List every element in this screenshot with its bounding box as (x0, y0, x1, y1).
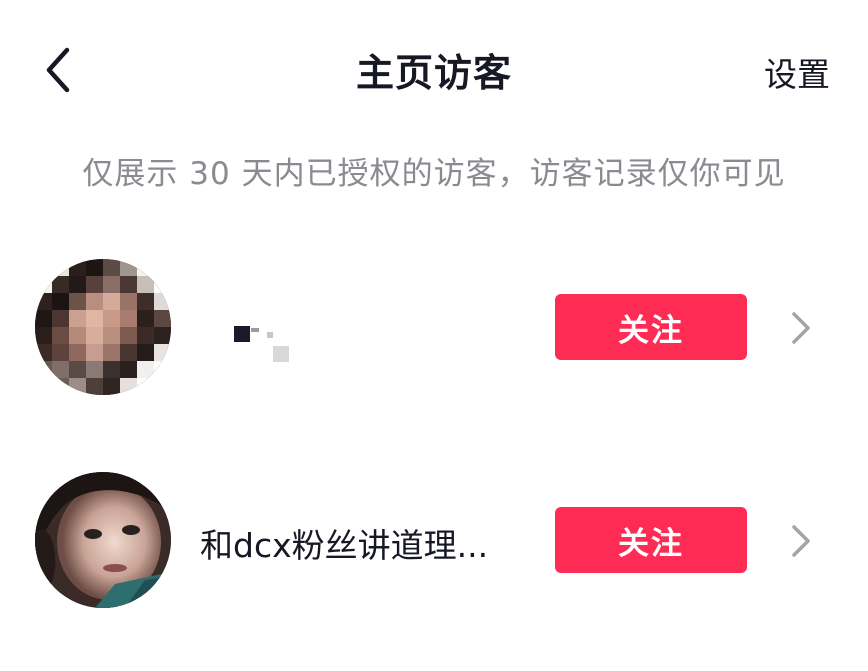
page-title: 主页访客 (355, 51, 512, 95)
chevron-right-icon[interactable] (786, 521, 816, 561)
follow-button[interactable]: 关注 (555, 294, 747, 360)
obscured-nickname (234, 326, 289, 362)
visitor-nickname: 和dcx粉丝讲道理... (200, 526, 489, 565)
pixelated-avatar-image (35, 259, 171, 395)
header-bar: 主页访客 设置 (0, 0, 868, 140)
visitor-row[interactable]: 和dcx粉丝讲道理... 关注 (0, 465, 868, 615)
visitor-notice: 仅展示 30 天内已授权的访客，访客记录仅你可见 (82, 156, 786, 192)
avatar[interactable] (35, 259, 171, 395)
portrait-avatar-image (35, 472, 171, 608)
avatar[interactable] (35, 472, 171, 608)
chevron-right-icon[interactable] (786, 308, 816, 348)
follow-button[interactable]: 关注 (555, 507, 747, 573)
settings-button[interactable]: 设置 (764, 48, 830, 96)
visitor-row[interactable]: 关注 (0, 252, 868, 402)
